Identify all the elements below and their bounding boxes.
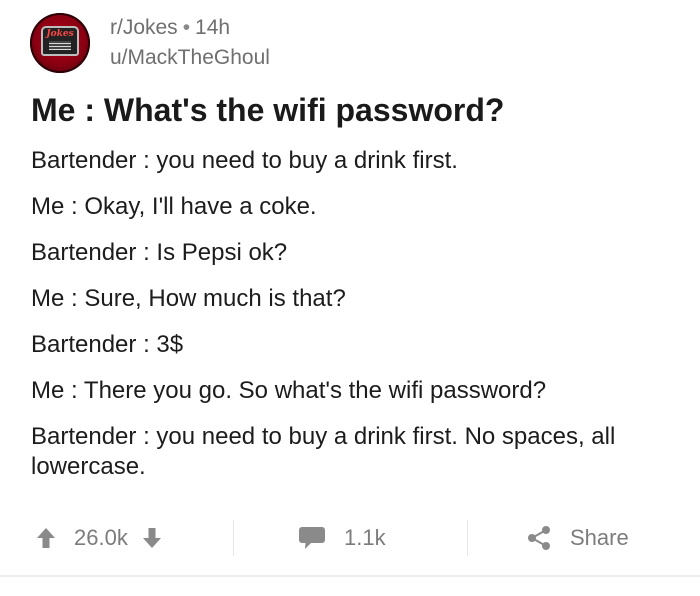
post-title[interactable]: Me : What's the wifi password? — [31, 88, 504, 132]
body-line: Bartender : you need to buy a drink firs… — [31, 423, 616, 480]
author-link[interactable]: u/MackTheGhoul — [110, 43, 270, 73]
subreddit-link[interactable]: r/Jokes — [110, 16, 178, 39]
share-icon — [528, 526, 550, 550]
arrow-down-icon — [142, 528, 161, 548]
vote-group: 26.0k — [36, 518, 162, 558]
upvote-button[interactable] — [36, 527, 56, 549]
post-age: 14h — [195, 16, 231, 39]
speech-bubble-icon — [299, 527, 325, 549]
body-line: Bartender : 3$ — [31, 331, 184, 358]
body-line: Me : There you go. So what's the wifi pa… — [31, 377, 547, 404]
post-action-bar: 26.0k 1.1k Share — [0, 518, 700, 558]
jukebox-logo-icon: Jokes — [41, 26, 79, 56]
avatar-logo-text: Jokes — [46, 29, 74, 39]
post-meta: r/Jokes • 14h u/MackTheGhoul — [110, 13, 270, 73]
body-line: Bartender : Is Pepsi ok? — [31, 239, 288, 266]
body-line: Me : Sure, How much is that? — [31, 285, 346, 312]
action-divider — [467, 520, 468, 556]
comments-button[interactable]: 1.1k — [298, 518, 386, 558]
vote-score: 26.0k — [74, 525, 128, 550]
share-label: Share — [570, 525, 629, 550]
meta-separator: • — [182, 16, 191, 39]
downvote-button[interactable] — [142, 527, 162, 549]
action-divider — [233, 520, 234, 556]
subreddit-avatar[interactable]: Jokes — [30, 13, 90, 73]
jukebox-grill — [49, 41, 71, 50]
arrow-up-icon — [37, 528, 55, 548]
body-line: Me : Okay, I'll have a coke. — [31, 193, 317, 220]
bottom-separator — [0, 575, 700, 577]
post-body: Bartender : you need to buy a drink firs… — [31, 146, 671, 482]
share-button[interactable]: Share — [526, 518, 629, 558]
comment-count: 1.1k — [344, 525, 386, 550]
body-line: Bartender : you need to buy a drink firs… — [31, 147, 458, 174]
subreddit-row: r/Jokes • 14h — [110, 13, 270, 43]
post-card: Jokes r/Jokes • 14h u/MackTheGhoul Me : Wh… — [0, 0, 700, 596]
post-header: Jokes r/Jokes • 14h u/MackTheGhoul — [30, 10, 270, 76]
